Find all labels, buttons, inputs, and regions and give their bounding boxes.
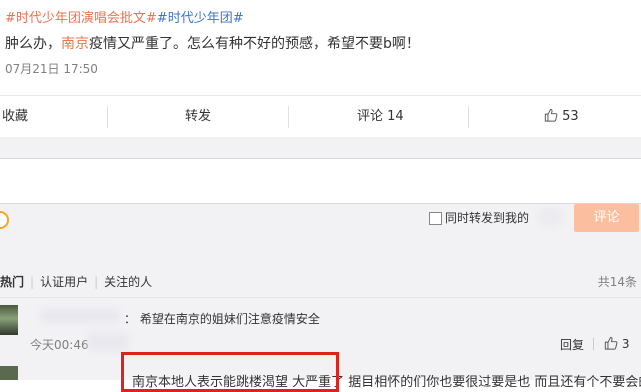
blurred-username — [537, 207, 563, 227]
divider — [468, 106, 469, 128]
post-action-bar: 收藏 转发 评论 14 53 — [0, 95, 641, 139]
tab-separator: | — [30, 275, 35, 289]
post-topics: #时代少年团演唱会批文##时代少年团# — [5, 7, 244, 26]
comment-like-button[interactable]: 3 — [604, 336, 629, 351]
repost-button[interactable]: 转发 — [185, 96, 211, 138]
post-timestamp[interactable]: 07月21日 17:50 — [5, 60, 98, 77]
submit-comment-button[interactable]: 评论 — [574, 204, 639, 232]
like-button[interactable]: 53 — [544, 96, 579, 138]
favorite-button[interactable]: 收藏 — [2, 96, 28, 138]
avatar[interactable] — [0, 305, 18, 335]
blurred-detail — [88, 333, 128, 351]
comment-input[interactable] — [0, 158, 641, 204]
tab-following[interactable]: 关注的人 — [104, 275, 152, 289]
thumbs-up-icon — [604, 336, 618, 350]
comment-count: 共14条 — [597, 275, 637, 289]
reply-button[interactable]: 回复 — [560, 336, 584, 353]
divider — [593, 338, 594, 350]
divider — [107, 106, 108, 128]
comment-timestamp: 今天00:46 — [30, 338, 89, 352]
location-link[interactable]: 南京 — [61, 36, 89, 52]
repost-option-label[interactable]: 同时转发到我的 — [445, 209, 529, 226]
comment-text: ： 希望在南京的姐妹们注意疫情安全 — [124, 312, 320, 326]
comment-filter-tabs: 热门 | 认证用户 | 关注的人 — [0, 273, 152, 290]
like-count: 53 — [562, 109, 579, 124]
thumbs-up-icon — [544, 108, 558, 122]
comment-like-count: 3 — [621, 337, 630, 351]
post-text: 肿么办，南京疫情又严重了。怎么有种不好的预感，希望不要b啊！ — [5, 33, 420, 53]
tab-hot[interactable]: 热门 — [0, 275, 24, 289]
divider — [288, 106, 289, 128]
post-text-rest: 疫情又严重了。怎么有种不好的预感，希望不要b啊！ — [89, 36, 420, 52]
blurred-username[interactable] — [40, 309, 120, 323]
tab-verified[interactable]: 认证用户 — [40, 275, 88, 289]
post-text-start: 肿么办， — [5, 36, 61, 52]
divider — [0, 297, 641, 298]
checkbox-icon[interactable] — [429, 212, 442, 225]
avatar[interactable] — [0, 366, 18, 380]
tab-separator: | — [94, 275, 99, 289]
topic-link-group[interactable]: #时代少年团# — [157, 11, 244, 26]
topic-link-concert[interactable]: #时代少年团演唱会批文# — [5, 11, 157, 26]
highlight-box — [121, 352, 339, 392]
comment-button[interactable]: 评论 14 — [357, 96, 404, 138]
